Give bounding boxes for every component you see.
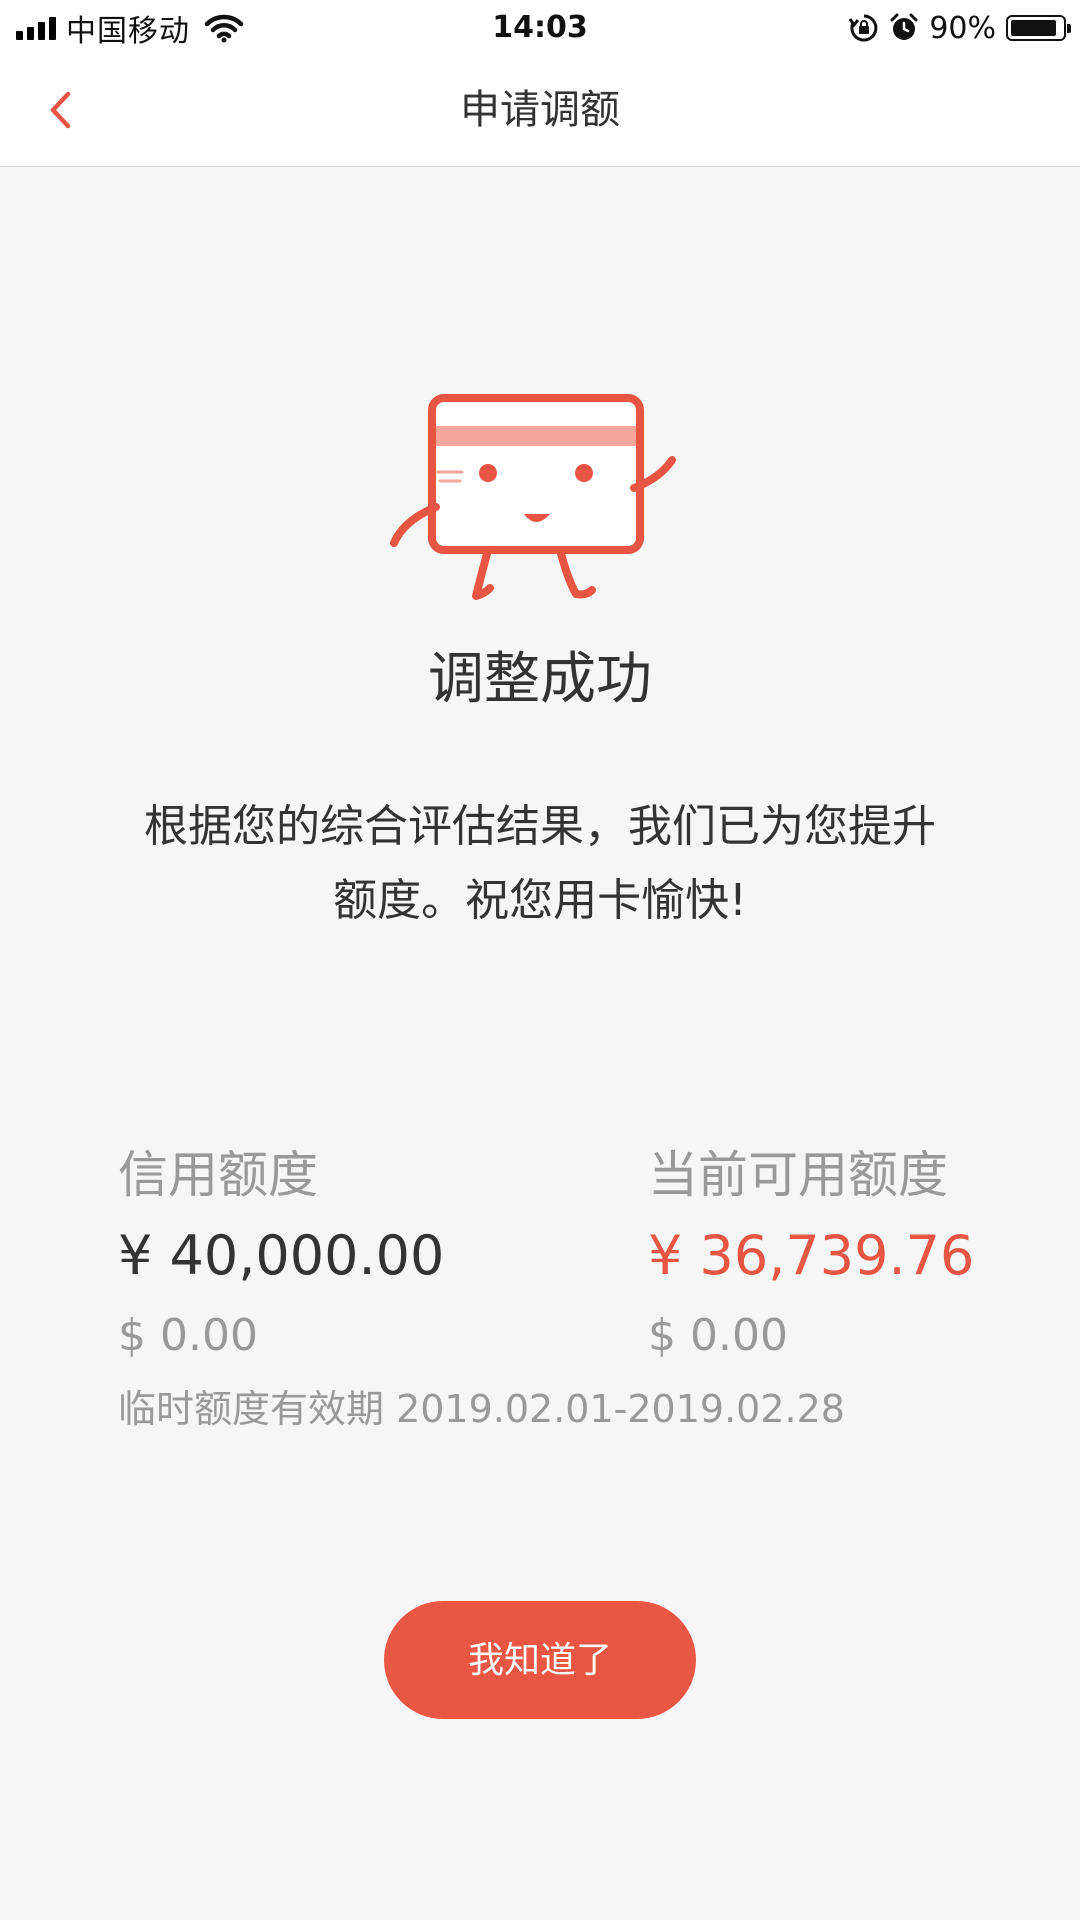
credit-limit-usd: $ 0.00 [118, 1310, 258, 1361]
battery-fill [1011, 20, 1056, 36]
credit-limit-cny: ¥ 40,000.00 [118, 1224, 445, 1287]
success-title: 调整成功 [428, 647, 652, 712]
page-title: 申请调额 [460, 87, 620, 133]
available-limit-section: 当前可用额度 ¥ 36,739.76 $ 0.00 [648, 1140, 974, 1368]
credit-limit-label: 信用额度 [118, 1146, 318, 1204]
temp-limit-validity: 临时额度有效期 2019.02.01-2019.02.28 [118, 1387, 845, 1431]
battery-cap [1067, 24, 1071, 33]
success-message: 根据您的综合评估结果，我们已为您提升额度。祝您用卡愉快! [144, 801, 936, 926]
available-limit-cny: ¥ 36,739.76 [648, 1224, 975, 1287]
status-bar: 中国移动 14:03 90% [0, 0, 1080, 54]
battery-percent: 90% [929, 10, 996, 46]
alarm-icon [890, 13, 918, 40]
status-right: 90% [849, 8, 1071, 48]
confirm-button[interactable]: 我知道了 [384, 1601, 696, 1719]
rotation-lock-icon [849, 14, 878, 42]
nav-bar: 申请调额 [0, 54, 1080, 167]
happy-card-mascot-icon [390, 394, 676, 600]
available-limit-label: 当前可用额度 [648, 1146, 948, 1204]
battery-icon [1006, 15, 1071, 41]
credit-limit-section: 信用额度 ¥ 40,000.00 $ 0.00 [118, 1140, 444, 1368]
available-limit-usd: $ 0.00 [648, 1310, 788, 1361]
